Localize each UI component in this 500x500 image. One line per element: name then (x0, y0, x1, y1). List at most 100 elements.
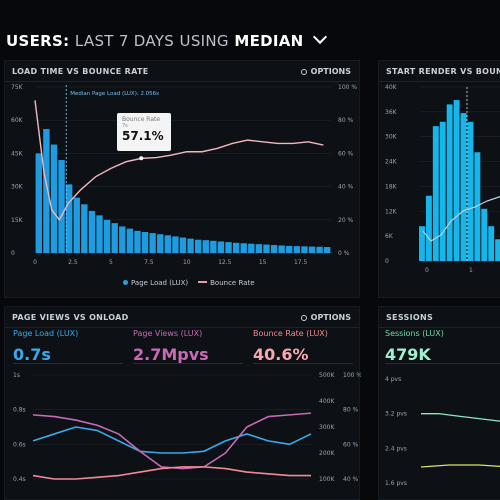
histogram-bar (324, 247, 331, 253)
histogram-bar (460, 113, 467, 261)
y2-tick-label: 0 % (338, 250, 350, 257)
histogram-bar (43, 129, 50, 253)
sessions-chart: 1.6 pvs 2.4 pvs 3.2 pvs 4 pvs (385, 376, 500, 487)
chevron-down-icon[interactable] (312, 29, 328, 45)
tooltip-title: Bounce Rate (122, 116, 161, 123)
page-load-line (32, 426, 312, 454)
y-tick-label: 2.4 pvs (385, 445, 407, 452)
headline-range: LAST 7 DAYS (74, 32, 175, 50)
histogram-bar (286, 245, 293, 253)
y-tick-label: 75K (11, 84, 24, 91)
histogram-bar (202, 240, 209, 253)
y2-tick-label: 200K (319, 450, 335, 457)
histogram-bar (316, 246, 323, 253)
y-tick-label: 1.6 pvs (385, 480, 407, 487)
headline-stat: MEDIAN (234, 32, 304, 50)
histogram-bar (446, 104, 453, 262)
histogram-bar (278, 245, 285, 253)
histogram-bar (35, 153, 42, 253)
histogram-bar (425, 195, 432, 261)
histogram-bar (232, 242, 240, 253)
y3-tick-label: 40 % (343, 476, 359, 483)
y-tick-label: 0.8s (13, 407, 26, 414)
x-tick-label: 0 (33, 259, 37, 266)
y2-tick-label: 60 % (338, 150, 354, 157)
y-tick-label: 1s (13, 372, 20, 379)
histogram-bar (172, 236, 179, 253)
headline-prefix: USERS: (6, 32, 70, 50)
y3-tick-label: 100 % (343, 372, 361, 379)
x-tick-label: 12.5 (218, 259, 232, 266)
y-tick-label: 18K (385, 183, 398, 190)
y2-tick-label: 100K (319, 476, 335, 483)
x-tick-label: 17.5 (294, 259, 308, 266)
tooltip-value: 57.1% (122, 129, 164, 143)
y-tick-label: 0.4s (13, 476, 26, 483)
chart-legend: Page Load (LUX) Bounce Rate (123, 279, 255, 287)
histogram-bar (96, 215, 103, 253)
histogram-bar (58, 160, 65, 253)
y3-tick-label: 60 % (343, 441, 359, 448)
x-tick-label: 15 (259, 259, 267, 266)
y-tick-label: 30K (385, 134, 398, 141)
y-tick-label: 40K (385, 84, 398, 91)
secondary-line (420, 464, 500, 468)
legend-bounce-rate: Bounce Rate (210, 279, 255, 287)
y-tick-label: 45K (11, 150, 24, 157)
bounce-rate-line (32, 466, 311, 480)
histogram-bar (81, 204, 88, 253)
dashboard-headline[interactable]: USERS: LAST 7 DAYS USING MEDIAN (6, 29, 328, 54)
histogram-bar (255, 244, 263, 253)
y-tick-label: 3.2 pvs (385, 411, 407, 418)
histogram-bar (240, 243, 247, 253)
load-vs-bounce-panel: LOAD TIME VS BOUNCE RATE OPTIONS 0 15K 30K… (4, 60, 360, 298)
histogram-bar (225, 242, 232, 253)
y-tick-label: 24K (385, 159, 398, 166)
histogram-bar (126, 228, 134, 253)
page-views-panel: PAGE VIEWS VS ONLOAD OPTIONS Page Load (… (4, 306, 361, 500)
histogram-bar (50, 144, 58, 253)
render-vs-bounce-panel: START RENDER VS BOUNCE 06K12K18K24K30K36… (378, 60, 500, 298)
histogram-bar (263, 244, 270, 253)
histogram-bar (65, 184, 73, 253)
hover-point (139, 156, 144, 161)
x-tick-label: 10 (183, 259, 191, 266)
y2-tick-label: 40 % (338, 184, 354, 191)
y-tick-label: 30K (11, 184, 24, 191)
y-tick-label: 60K (11, 117, 24, 124)
histogram-bar (164, 235, 172, 253)
headline-using: USING (179, 32, 229, 50)
y-tick-label: 0 (11, 250, 15, 257)
histogram-bar (270, 245, 278, 253)
histogram-bar (432, 126, 439, 262)
x-tick-label: 5 (109, 259, 113, 266)
legend-line-icon (198, 281, 208, 283)
sessions-line (421, 413, 500, 422)
histogram-bar (179, 237, 187, 253)
histogram-bar (187, 238, 194, 253)
y2-tick-label: 20 % (338, 217, 354, 224)
histogram-bar (157, 234, 164, 253)
histogram-bar (111, 223, 118, 253)
legend-page-load: Page Load (LUX) (131, 279, 189, 287)
histogram-bar (103, 219, 111, 253)
y2-tick-label: 400K (319, 398, 335, 405)
histogram-bar (488, 226, 495, 261)
histogram-bar (141, 231, 149, 253)
histogram-bar (73, 197, 80, 253)
x-tick-label: 2.5 (68, 259, 78, 266)
histogram-bar (495, 239, 500, 261)
histogram-bar (119, 226, 126, 253)
histogram-bar (210, 240, 217, 253)
y2-tick-label: 500K (319, 372, 335, 379)
y-tick-label: 36K (385, 109, 398, 116)
histogram-bar (134, 230, 141, 253)
y-tick-label: 4 pvs (385, 376, 401, 383)
histogram-bar (293, 246, 301, 253)
y-tick-label: 15K (11, 217, 24, 224)
y-tick-label: 0 (385, 258, 389, 265)
x-tick-label: 7.5 (144, 259, 154, 266)
y-tick-label: 6K (385, 233, 394, 240)
histogram-bar (453, 100, 460, 261)
y3-tick-label: 80 % (343, 407, 359, 414)
